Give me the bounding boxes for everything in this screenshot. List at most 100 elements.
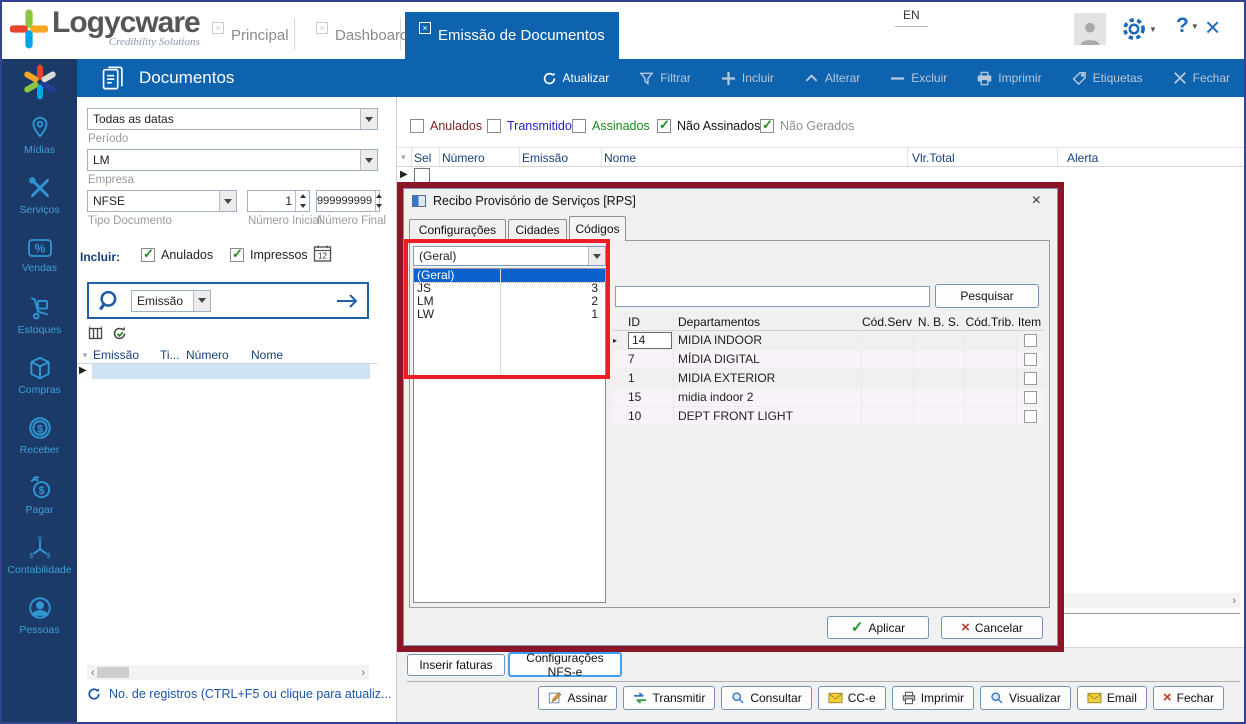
sidebar-item-compras[interactable]: Compras xyxy=(2,345,77,405)
imprimir-button[interactable]: Imprimir xyxy=(977,71,1041,86)
sort-icon[interactable]: ▾ xyxy=(401,152,406,163)
aplicar-button[interactable]: ✓ Aplicar xyxy=(827,616,929,639)
column-header-alerta[interactable]: Alerta xyxy=(1067,151,1098,165)
table-row[interactable]: 1 MIDIA EXTERIOR xyxy=(613,369,1044,388)
sidebar-item-midias[interactable]: Mídias xyxy=(2,105,77,165)
scroll-left-icon[interactable]: ‹ xyxy=(91,667,95,679)
column-header-codserv[interactable]: Cód.Serv xyxy=(861,315,913,329)
sidebar-item-estoques[interactable]: Estoques xyxy=(2,285,77,345)
tab-close-icon[interactable]: × xyxy=(419,22,431,34)
item-checkbox[interactable] xyxy=(1024,372,1037,385)
sidebar-item-servicos[interactable]: Serviços xyxy=(2,165,77,225)
checkbox-icon[interactable] xyxy=(487,119,501,133)
refresh-check-icon[interactable] xyxy=(111,325,128,342)
chevron-down-icon[interactable] xyxy=(219,191,236,211)
chevron-down-icon[interactable] xyxy=(360,109,377,129)
column-header-numero[interactable]: Número xyxy=(442,151,485,165)
sidebar-item-pessoas[interactable]: Pessoas xyxy=(2,585,77,645)
cancelar-button[interactable]: × Cancelar xyxy=(941,616,1043,639)
checkbox-icon[interactable] xyxy=(410,119,424,133)
item-checkbox[interactable] xyxy=(1024,353,1037,366)
tipo-documento-select[interactable]: NFSE xyxy=(87,190,237,212)
checkbox-icon[interactable] xyxy=(141,248,155,262)
grid-view-icon[interactable] xyxy=(87,325,104,342)
departamento-search-input[interactable] xyxy=(615,286,930,307)
fechar-button-bottom[interactable]: × Fechar xyxy=(1153,686,1224,710)
tab-close-icon[interactable]: × xyxy=(316,22,328,34)
etiquetas-button[interactable]: Etiquetas xyxy=(1072,71,1143,86)
selected-empty-row[interactable] xyxy=(92,364,370,379)
checkbox-icon[interactable] xyxy=(572,119,586,133)
app-logo-button[interactable] xyxy=(2,59,77,105)
chevron-down-icon[interactable] xyxy=(588,247,605,265)
settings-button[interactable]: ▼ xyxy=(1121,16,1157,42)
excluir-button[interactable]: Excluir xyxy=(890,71,947,86)
assinar-button[interactable]: Assinar xyxy=(538,686,617,710)
sidebar-item-receber[interactable]: $ Receber xyxy=(2,405,77,465)
column-header[interactable]: Nome xyxy=(251,348,283,362)
checkbox-icon[interactable] xyxy=(230,248,244,262)
table-row[interactable]: 10 DEPT FRONT LIGHT xyxy=(613,407,1044,426)
table-row[interactable]: ▸ 14 MIDIA INDOOR xyxy=(613,331,1044,350)
column-header[interactable]: Número xyxy=(186,348,251,362)
tab-principal[interactable]: × Principal xyxy=(198,12,303,59)
column-header[interactable]: Ti... xyxy=(160,348,186,362)
pesquisar-button[interactable]: Pesquisar xyxy=(935,284,1039,308)
tab-close-icon[interactable]: × xyxy=(212,22,224,34)
dialog-titlebar[interactable]: Recibo Provisório de Serviços [RPS] × xyxy=(404,189,1057,213)
dialog-close-icon[interactable]: × xyxy=(1024,192,1049,210)
item-checkbox[interactable] xyxy=(1024,410,1037,423)
sidebar-item-vendas[interactable]: % Vendas xyxy=(2,225,77,285)
dropdown-option-js[interactable]: JS 3 xyxy=(414,282,605,295)
consultar-button[interactable]: Consultar xyxy=(721,686,811,710)
empresa-select[interactable]: LM xyxy=(87,149,378,171)
tab-emissao-de-documentos[interactable]: × Emissão de Documentos xyxy=(405,12,619,59)
close-app-button[interactable]: × xyxy=(1205,12,1220,43)
visualizar-button[interactable]: Visualizar xyxy=(980,686,1071,710)
configuracoes-nfse-button[interactable]: Configurações NFS-e xyxy=(508,652,622,677)
incluir-button[interactable]: Incluir xyxy=(721,71,774,86)
numero-final-stepper[interactable]: 999999999 xyxy=(316,190,380,212)
column-header-nome[interactable]: Nome xyxy=(604,151,636,165)
help-button[interactable]: ? ▼ xyxy=(1176,14,1199,38)
fechar-button[interactable]: Fechar xyxy=(1173,71,1230,85)
atualizar-button[interactable]: Atualizar xyxy=(542,71,610,86)
periodo-select[interactable]: Todas as datas xyxy=(87,108,378,130)
item-checkbox[interactable] xyxy=(1024,391,1037,404)
spinner-arrows-icon[interactable] xyxy=(375,191,382,211)
calendar-icon[interactable]: 12 xyxy=(313,244,332,263)
grid-horizontal-scrollbar[interactable]: › xyxy=(1060,593,1240,608)
column-header-item[interactable]: Item xyxy=(1016,315,1043,329)
column-header[interactable]: Emissão xyxy=(93,348,160,362)
chevron-down-icon[interactable] xyxy=(193,291,210,311)
sidebar-item-pagar[interactable]: $ Pagar xyxy=(2,465,77,525)
transmitir-button[interactable]: Transmitir xyxy=(623,686,715,710)
checkbox-icon[interactable] xyxy=(657,119,671,133)
column-header-codtrib[interactable]: Cód.Trib. xyxy=(964,315,1016,329)
avatar[interactable] xyxy=(1074,13,1106,45)
spinner-arrows-icon[interactable] xyxy=(295,191,309,211)
scroll-right-icon[interactable]: › xyxy=(1232,595,1236,607)
dropdown-option-lm[interactable]: LM 2 xyxy=(414,295,605,308)
column-header-nbs[interactable]: N. B. S. xyxy=(913,315,964,329)
nao-assinados-filter-checkbox[interactable]: Não Assinados xyxy=(657,119,760,133)
column-header-vlrtotal[interactable]: Vlr.Total xyxy=(912,151,955,165)
checkbox-icon[interactable] xyxy=(760,119,774,133)
column-header-departamentos[interactable]: Departamentos xyxy=(673,313,861,330)
nao-gerados-filter-checkbox[interactable]: Não Gerados xyxy=(760,119,854,133)
filtrar-button[interactable]: Filtrar xyxy=(639,71,691,86)
scroll-right-icon[interactable]: › xyxy=(361,667,365,679)
record-count-status[interactable]: No. de registros (CTRL+F5 ou clique para… xyxy=(87,687,391,701)
table-row[interactable]: 15 midia indoor 2 xyxy=(613,388,1044,407)
id-edit-box[interactable]: 14 xyxy=(628,332,672,349)
codigo-group-select[interactable]: (Geral) xyxy=(413,246,606,266)
column-header-sel[interactable]: Sel xyxy=(414,151,431,165)
chevron-down-icon[interactable] xyxy=(360,150,377,170)
column-header-emissao[interactable]: Emissão xyxy=(522,151,568,165)
search-field-select[interactable]: Emissão xyxy=(131,290,211,312)
dialog-tab-codigos[interactable]: Códigos xyxy=(569,216,626,241)
dropdown-option-lw[interactable]: LW 1 xyxy=(414,308,605,321)
inserir-faturas-button[interactable]: Inserir faturas xyxy=(407,654,505,676)
table-row[interactable]: 7 MÍDIA DIGITAL xyxy=(613,350,1044,369)
assinados-filter-checkbox[interactable]: Assinados xyxy=(572,119,650,133)
